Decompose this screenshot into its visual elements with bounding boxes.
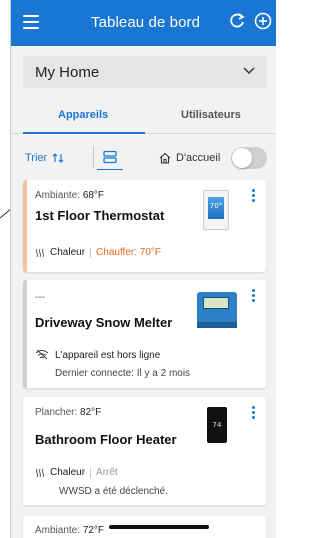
sensor-reading: Plancher: 82°F (35, 407, 102, 418)
heat-icon (36, 468, 44, 477)
chevron-down-icon (243, 67, 255, 75)
device-card-floor-heater[interactable]: Plancher: 82°F Bathroom Floor Heater 74 … (23, 397, 266, 505)
divider (93, 146, 94, 168)
tab-bar: Appareils Utilisateurs (11, 100, 276, 134)
sensor-reading: Ambiante: 68°F (35, 190, 105, 201)
mode-label: Chaleur (50, 467, 86, 478)
more-options-icon[interactable] (246, 406, 260, 422)
home-icon (159, 152, 171, 164)
home-filter-label: D'accueil (176, 152, 221, 164)
floor-heater-image: 74 (207, 407, 227, 443)
view-selected-indicator (97, 169, 123, 170)
page-title: Tableau de bord (91, 14, 201, 31)
sort-button[interactable]: Trier (25, 152, 64, 164)
home-indicator (109, 525, 209, 529)
thermostat-image: 70° (203, 190, 229, 230)
heat-icon (36, 248, 44, 257)
card-status-stripe (23, 180, 27, 272)
sensor-reading: --- (35, 292, 45, 303)
more-options-icon[interactable] (246, 289, 260, 305)
tab-utilisateurs[interactable]: Utilisateurs (181, 109, 241, 121)
device-name: Bathroom Floor Heater (35, 432, 177, 447)
app-header: Tableau de bord (11, 0, 276, 46)
mode-row: Chaleur Arrêt (35, 467, 118, 478)
tab-appareils[interactable]: Appareils (58, 109, 108, 121)
device-card-thermostat[interactable]: Ambiante: 68°F 1st Floor Thermostat 70° … (23, 180, 266, 272)
alert-message: WWSD a été déclenché. (59, 486, 168, 497)
home-selector[interactable]: My Home (23, 56, 267, 88)
card-status-stripe (23, 280, 27, 388)
list-controls: Trier D'accueil (11, 144, 276, 172)
home-filter-toggle[interactable] (231, 147, 267, 169)
wifi-off-icon (35, 349, 49, 360)
list-view-icon[interactable] (103, 150, 117, 164)
device-name: 1st Floor Thermostat (35, 208, 165, 223)
sort-label: Trier (25, 152, 48, 164)
device-card-snow-melter[interactable]: --- Driveway Snow Melter L'appareil est … (23, 280, 266, 388)
app-screen: Tableau de bord My Home Appareils Utilis… (10, 0, 276, 538)
more-options-icon[interactable] (246, 189, 260, 205)
device-name: Driveway Snow Melter (35, 315, 173, 330)
heat-setpoint: Chauffer: 70°F (96, 247, 161, 258)
sensor-reading: Ambiante: 72°F (35, 525, 105, 536)
menu-icon[interactable] (23, 15, 39, 29)
mode-row: Chaleur Chauffer: 70°F (35, 247, 161, 258)
sort-arrows-icon (52, 153, 64, 163)
active-tab-indicator (23, 132, 145, 134)
mode-label: Chaleur (50, 247, 86, 258)
offline-status: L'appareil est hors ligne (55, 350, 161, 361)
home-selector-value: My Home (35, 63, 100, 81)
last-connected: Dernier connecte: Il y a 2 mois (55, 368, 191, 379)
action-status: Arrêt (96, 467, 118, 478)
add-icon[interactable] (254, 12, 272, 30)
refresh-icon[interactable] (228, 12, 246, 30)
snow-melter-image (197, 292, 237, 328)
